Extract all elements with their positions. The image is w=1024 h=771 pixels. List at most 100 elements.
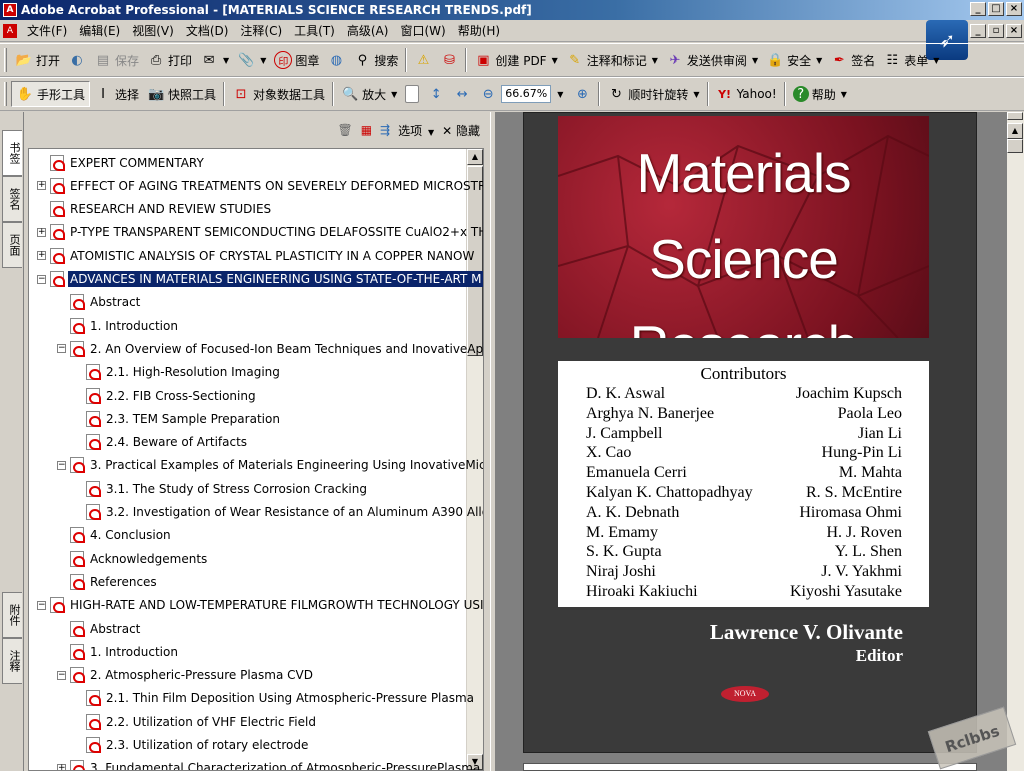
rotate-clockwise-button[interactable]: ↻ 顺时针旋转 ▼ (603, 81, 703, 107)
fit-page-button[interactable]: ↕ (423, 81, 449, 107)
menu-comments[interactable]: 注释(C) (234, 22, 288, 39)
security-button[interactable]: 🔒 安全 ▼ (762, 47, 826, 73)
bookmark-item[interactable]: + ATOMISTIC ANALYSIS OF CRYSTAL PLASTICIT… (37, 244, 476, 267)
open-button[interactable]: 📂 打开 (11, 47, 64, 73)
yahoo-button[interactable]: Y! Yahoo! (712, 81, 781, 107)
expand-icon[interactable]: + (37, 251, 46, 261)
tab-bookmarks[interactable]: 书签 (2, 130, 22, 176)
bookmark-item[interactable]: − 2. Atmospheric-Pressure Plasma CVD (57, 664, 315, 687)
bookmark-item[interactable]: 2.3. Utilization of rotary electrode (73, 734, 310, 757)
warning-button[interactable]: ⚠ (410, 47, 436, 73)
menu-file[interactable]: 文件(F) (21, 22, 73, 39)
tab-attachments[interactable]: 附件 (2, 592, 22, 638)
comment-markup-button[interactable]: ✎ 注释和标记 ▼ (562, 47, 662, 73)
select-tool-button[interactable]: I 选择 (90, 81, 143, 107)
bookmark-item[interactable]: 2.1. High-Resolution Imaging (73, 361, 282, 384)
document-view[interactable]: Materials Science Research Trends Contri… (496, 112, 1006, 771)
new-bookmark-icon[interactable]: ▦ (361, 123, 372, 137)
bookmark-item[interactable]: 1. Introduction (57, 640, 180, 663)
split-handle-icon[interactable] (1007, 112, 1023, 120)
search-button[interactable]: ⚲ 搜索 (349, 47, 402, 73)
zoom-in-button[interactable]: ⊕ (569, 81, 595, 107)
send-review-button[interactable]: ✈ 发送供审阅 ▼ (662, 47, 762, 73)
object-data-tool-button[interactable]: ⊡ 对象数据工具 (228, 81, 329, 107)
bookmark-item[interactable]: References (57, 570, 159, 593)
print-button[interactable]: ⎙ 打印 (143, 47, 196, 73)
bookmark-item[interactable]: − 2. An Overview of Focused-Ion Beam Tech… (57, 337, 483, 360)
trash-icon[interactable]: 🗑 (337, 123, 352, 137)
doc-minimize-button[interactable]: _ (970, 24, 986, 38)
tab-pages[interactable]: 页面 (2, 222, 22, 268)
collapse-icon[interactable]: − (57, 344, 66, 354)
hand-tool-button[interactable]: ✋ 手形工具 (11, 81, 91, 107)
bookmark-item[interactable]: +3. Fundamental Characterization of Atmo… (57, 757, 482, 770)
bookmark-item[interactable]: 2.1. Thin Film Deposition Using Atmosphe… (73, 687, 476, 710)
menu-help[interactable]: 帮助(H) (452, 22, 506, 39)
zoom-dropdown-icon[interactable]: ▼ (557, 90, 563, 99)
minimize-button[interactable]: _ (970, 2, 986, 16)
expand-icon[interactable]: + (37, 227, 46, 237)
bookmark-item[interactable]: Acknowledgements (57, 547, 209, 570)
tab-comments[interactable]: 注释 (2, 638, 22, 684)
menu-view[interactable]: 视图(V) (126, 22, 180, 39)
zoom-out-button[interactable]: ⊖ (475, 81, 501, 107)
menu-edit[interactable]: 编辑(E) (73, 22, 126, 39)
bookmark-item[interactable]: 4. Conclusion (57, 524, 173, 547)
bookmark-item[interactable]: 3.2. Investigation of Wear Resistance of… (73, 501, 483, 524)
menu-document[interactable]: 文档(D) (180, 22, 235, 39)
organizer-button[interactable]: ◐ (64, 47, 90, 73)
doc-close-button[interactable]: × (1006, 24, 1022, 38)
collapse-icon[interactable]: − (37, 274, 46, 284)
bookmark-item[interactable]: + EFFECT OF AGING TREATMENTS ON SEVERELY … (37, 174, 483, 197)
bookmark-item[interactable]: − ADVANCES IN MATERIALS ENGINEERING USING… (37, 268, 483, 291)
scroll-up-icon[interactable]: ▲ (467, 149, 483, 165)
bookmark-item[interactable]: 2.2. FIB Cross-Sectioning (73, 384, 258, 407)
snapshot-tool-button[interactable]: 📷 快照工具 (143, 81, 220, 107)
menu-advanced[interactable]: 高级(A) (341, 22, 395, 39)
help-button[interactable]: ? 帮助 ▼ (789, 81, 851, 107)
menu-window[interactable]: 窗口(W) (394, 22, 451, 39)
tab-signatures[interactable]: 签名 (2, 176, 22, 222)
toolbar-grip[interactable] (4, 48, 7, 72)
zoom-in-tool-button[interactable]: 🔍 放大 ▼ (337, 81, 401, 107)
bookmark-item[interactable]: 2.2. Utilization of VHF Electric Field (73, 710, 318, 733)
toolbar-grip[interactable] (4, 82, 7, 106)
expand-icon[interactable]: + (37, 181, 46, 191)
maximize-button[interactable]: □ (988, 2, 1004, 16)
document-icon[interactable]: A (3, 23, 17, 38)
document-scrollbar[interactable]: ▲ (1006, 112, 1024, 771)
scroll-thumb[interactable] (1007, 139, 1023, 153)
bookmark-item[interactable]: 1. Introduction (57, 314, 180, 337)
options-menu[interactable]: 选项 ▼ (398, 122, 434, 139)
forms-button[interactable]: ☷ 表单 ▼ (879, 47, 943, 73)
menu-tools[interactable]: 工具(T) (288, 22, 341, 39)
bookmark-item[interactable]: RESEARCH AND REVIEW STUDIES (37, 198, 273, 221)
bookmark-item[interactable]: 2.3. TEM Sample Preparation (73, 407, 282, 430)
fit-width-button[interactable]: ↔ (449, 81, 475, 107)
bookmark-item[interactable]: Abstract (57, 291, 142, 314)
save-button[interactable]: ▤ 保存 (90, 47, 143, 73)
bookmark-item[interactable]: 2.4. Beware of Artifacts (73, 431, 249, 454)
web-button[interactable]: ◍ (323, 47, 349, 73)
acrobat-app-icon[interactable]: A (3, 3, 17, 17)
stamp-button[interactable]: 印图章 (270, 47, 323, 73)
bookmark-tree[interactable]: ▲ ▼ EXPERT COMMENTARY + EFFECT OF AGING TR… (28, 148, 484, 771)
actual-size-button[interactable] (401, 81, 423, 107)
attach-button[interactable]: 📎 ▼ (233, 47, 270, 73)
close-button[interactable]: × (1006, 2, 1022, 16)
review-button[interactable]: ⛁ (436, 47, 462, 73)
bookmark-item[interactable]: − 3. Practical Examples of Materials Engi… (57, 454, 483, 477)
bookmark-item[interactable]: − HIGH-RATE AND LOW-TEMPERATURE FILMGROWT… (37, 594, 483, 617)
collapse-icon[interactable]: − (57, 460, 66, 470)
scroll-up-icon[interactable]: ▲ (1007, 123, 1023, 139)
hide-panel-button[interactable]: ✕ 隐藏 (442, 122, 480, 139)
bookmark-item[interactable]: 3.1. The Study of Stress Corrosion Crack… (73, 477, 369, 500)
expand-bookmark-icon[interactable]: ⇶ (380, 123, 390, 137)
zoom-level-input[interactable]: 66.67% (501, 85, 552, 103)
email-button[interactable]: ✉ ▼ (196, 47, 233, 73)
bookmark-item[interactable]: EXPERT COMMENTARY (37, 151, 206, 174)
doc-restore-button[interactable]: ▫ (988, 24, 1004, 38)
expand-icon[interactable]: + (57, 763, 66, 770)
sign-button[interactable]: ✒ 签名 (826, 47, 879, 73)
collapse-icon[interactable]: − (37, 600, 46, 610)
